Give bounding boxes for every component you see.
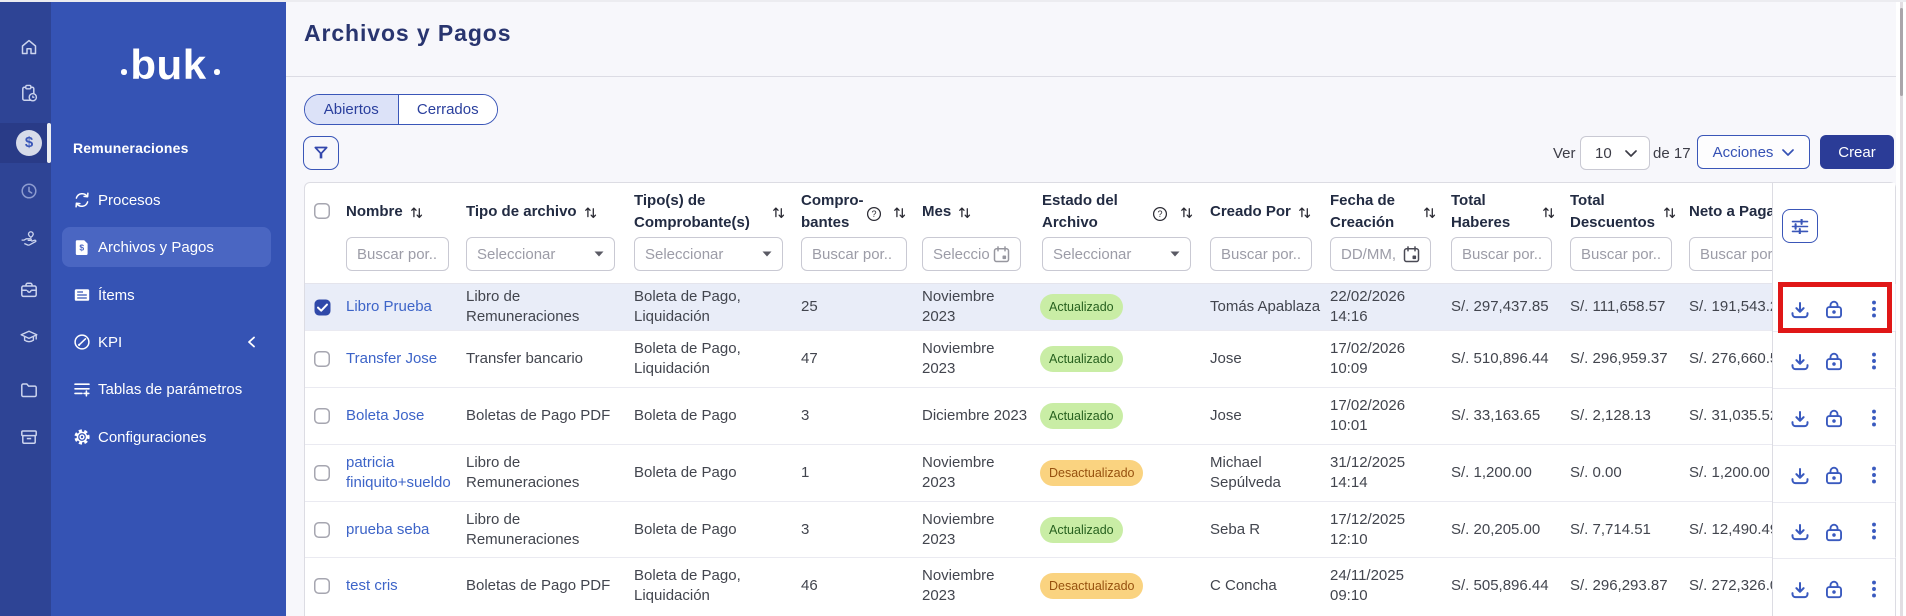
svg-text:?: ? xyxy=(1157,209,1162,219)
svg-text:?: ? xyxy=(871,209,876,219)
svg-text:$: $ xyxy=(79,243,84,253)
